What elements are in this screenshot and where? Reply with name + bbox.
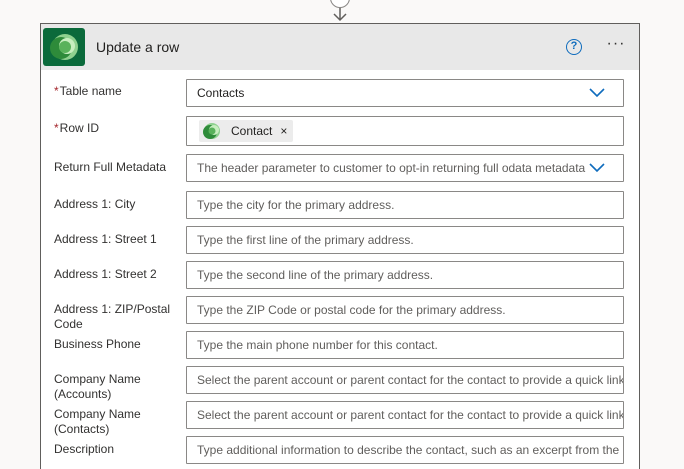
placeholder-text: Select the parent account or parent cont…	[197, 408, 624, 422]
chevron-down-icon[interactable]	[589, 88, 605, 98]
remove-token-icon[interactable]: ×	[280, 120, 287, 142]
placeholder-text: The header parameter to customer to opt-…	[197, 161, 586, 175]
table-name-value: Contacts	[197, 86, 245, 100]
card-title: Update a row	[96, 39, 180, 55]
row-id-input[interactable]: Contact ×	[186, 116, 624, 146]
more-horizontal-icon[interactable]: ···	[604, 35, 628, 55]
table-name-dropdown[interactable]: Contacts	[186, 79, 624, 107]
zip-input[interactable]: Type the ZIP Code or postal code for the…	[186, 296, 624, 324]
return-metadata-dropdown[interactable]: The header parameter to customer to opt-…	[186, 154, 624, 182]
field-label: *Table name	[54, 84, 122, 98]
action-card: Update a row ? ··· *Table name Contacts …	[40, 23, 640, 469]
street-2-input[interactable]: Type the second line of the primary addr…	[186, 261, 624, 289]
placeholder-text: Select the parent account or parent cont…	[197, 373, 624, 387]
business-phone-input[interactable]: Type the main phone number for this cont…	[186, 331, 624, 359]
placeholder-text: Type the ZIP Code or postal code for the…	[197, 303, 506, 317]
field-label: Address 1: City	[54, 197, 136, 211]
placeholder-text: Type the city for the primary address.	[197, 198, 395, 212]
field-label: *Row ID	[54, 121, 100, 135]
field-label: Company Name (Contacts)	[54, 407, 141, 436]
token-label: Contact	[231, 124, 273, 138]
field-label: Description	[54, 442, 115, 456]
chevron-down-icon[interactable]	[589, 163, 605, 173]
company-contacts-input[interactable]: Select the parent account or parent cont…	[186, 401, 624, 429]
placeholder-text: Type additional information to describe …	[197, 443, 620, 457]
add-step-button[interactable]	[330, 0, 350, 8]
field-label: Return Full Metadata	[54, 160, 167, 174]
dataverse-logo-icon	[43, 28, 85, 66]
placeholder-text: Type the main phone number for this cont…	[197, 338, 438, 352]
required-marker: *	[54, 84, 59, 98]
dynamic-content-token[interactable]: Contact ×	[199, 120, 294, 142]
city-input[interactable]: Type the city for the primary address.	[186, 191, 624, 219]
arrow-down-icon	[333, 8, 347, 22]
street-1-input[interactable]: Type the first line of the primary addre…	[186, 226, 624, 254]
placeholder-text: Type the second line of the primary addr…	[197, 268, 434, 282]
dataverse-token-icon	[203, 123, 220, 139]
field-label: Business Phone	[54, 337, 141, 351]
field-label: Address 1: Street 2	[54, 267, 157, 281]
card-header[interactable]: Update a row ? ···	[41, 24, 639, 70]
field-label: Address 1: Street 1	[54, 232, 157, 246]
description-input[interactable]: Type additional information to describe …	[186, 436, 624, 464]
company-accounts-input[interactable]: Select the parent account or parent cont…	[186, 366, 624, 394]
placeholder-text: Type the first line of the primary addre…	[197, 233, 414, 247]
required-marker: *	[54, 121, 59, 135]
field-label: Company Name (Accounts)	[54, 372, 141, 401]
field-label: Address 1: ZIP/Postal Code	[54, 302, 171, 331]
question-circle-icon[interactable]: ?	[566, 39, 582, 55]
